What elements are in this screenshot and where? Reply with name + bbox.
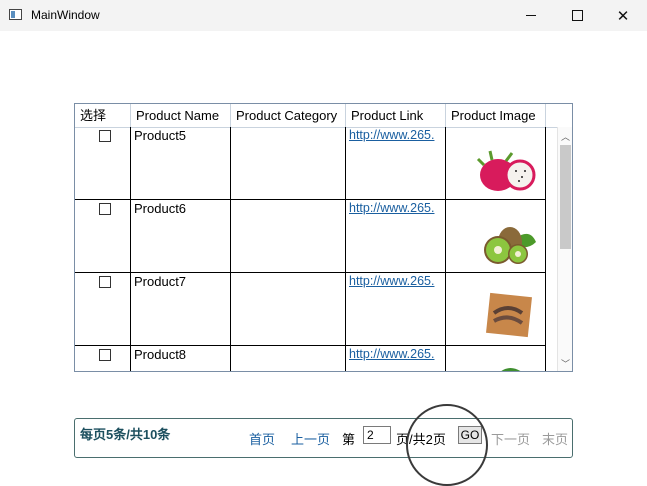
column-header-select[interactable]: 选择	[75, 104, 131, 127]
vegetable-image	[501, 368, 521, 371]
column-header-product-link[interactable]: Product Link	[346, 104, 446, 127]
row-select-checkbox[interactable]	[99, 349, 111, 361]
vertical-scrollbar[interactable]: ︿ ﹀	[557, 127, 572, 371]
scrollbar-thumb[interactable]	[560, 145, 571, 249]
product-link[interactable]: http://www.265.	[349, 201, 442, 215]
table-row: Product6 http://www.265.	[75, 200, 546, 273]
kiwi-image	[484, 227, 536, 264]
title-bar: MainWindow ✕	[0, 0, 647, 31]
row-select-checkbox[interactable]	[99, 130, 111, 142]
next-page-link[interactable]: 下一页	[491, 429, 530, 448]
column-header-product-name[interactable]: Product Name	[131, 104, 231, 127]
last-page-link[interactable]: 末页	[542, 429, 568, 448]
close-button[interactable]: ✕	[600, 0, 646, 31]
row-select-checkbox[interactable]	[99, 203, 111, 215]
row-select-checkbox[interactable]	[99, 276, 111, 288]
scroll-down-icon[interactable]: ﹀	[561, 357, 570, 370]
first-page-link[interactable]: 首页	[249, 429, 275, 448]
pager-info: 每页5条/共10条	[80, 427, 171, 442]
grid-header: 选择 Product Name Product Category Product…	[75, 104, 572, 128]
minimize-button[interactable]	[508, 0, 554, 31]
close-icon: ✕	[616, 7, 630, 25]
column-divider	[130, 127, 131, 371]
window-title: MainWindow	[31, 8, 100, 22]
previous-page-link[interactable]: 上一页	[291, 429, 330, 448]
page-number-input[interactable]: 2	[363, 426, 391, 444]
shrimp-image	[486, 292, 532, 338]
column-divider	[445, 127, 446, 371]
scroll-up-icon[interactable]: ︿	[561, 130, 570, 143]
cursor-highlight-ring	[406, 404, 488, 486]
maximize-icon	[571, 10, 583, 21]
window-icon	[9, 9, 22, 20]
dragon-fruit-image	[476, 150, 536, 191]
product-link[interactable]: http://www.265.	[349, 128, 442, 142]
column-header-product-category[interactable]: Product Category	[231, 104, 346, 127]
product-name-cell: Product8	[134, 347, 187, 362]
product-name-cell: Product5	[134, 128, 187, 143]
column-divider	[230, 127, 231, 371]
table-row: Product5 http://www.265.	[75, 127, 546, 200]
pagination-bar: 每页5条/共10条 首页 上一页 第 2 页/共2页 GO 下一页 末页	[74, 418, 573, 458]
column-header-product-image[interactable]: Product Image	[446, 104, 546, 127]
table-row: Product7 http://www.265.	[75, 273, 546, 346]
product-link[interactable]: http://www.265.	[349, 274, 442, 288]
maximize-button[interactable]	[554, 0, 600, 31]
column-divider	[545, 127, 546, 371]
minimize-icon	[526, 15, 536, 16]
column-divider	[345, 127, 346, 371]
product-name-cell: Product7	[134, 274, 187, 289]
product-link[interactable]: http://www.265.	[349, 347, 442, 361]
table-row: Product8 http://www.265.	[75, 346, 546, 371]
product-name-cell: Product6	[134, 201, 187, 216]
page-prefix-label: 第	[342, 432, 356, 447]
product-grid[interactable]: 选择 Product Name Product Category Product…	[74, 103, 573, 372]
